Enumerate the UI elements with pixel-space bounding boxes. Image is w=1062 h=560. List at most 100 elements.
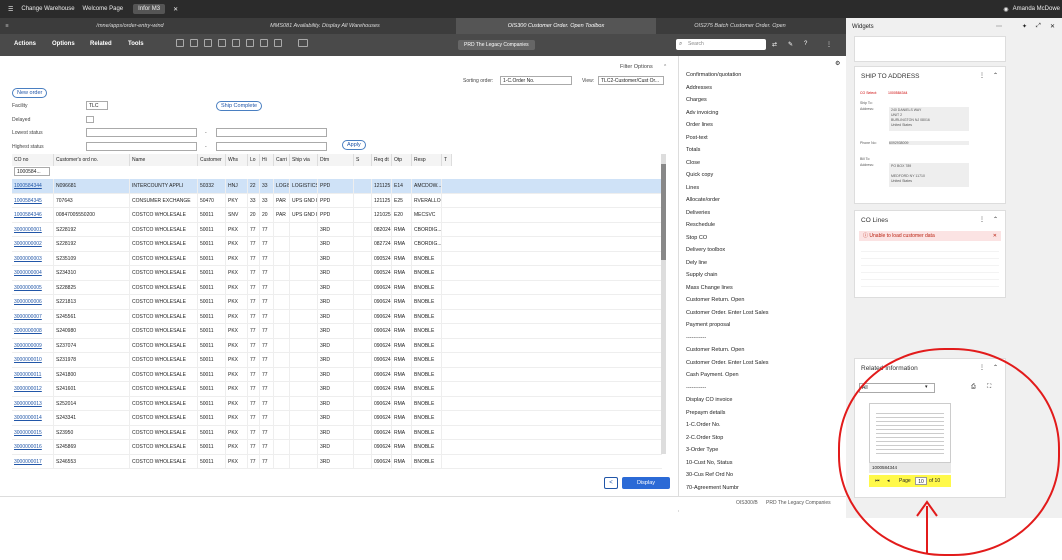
lowest-status-from[interactable] (86, 128, 197, 137)
related-menu[interactable]: Related (90, 41, 112, 47)
co-number-link[interactable]: 3000000015 (12, 425, 54, 440)
option-item[interactable]: Cash Payment. Open (686, 372, 739, 378)
grid-scrollbar[interactable] (661, 154, 666, 454)
search-input[interactable]: Search (676, 39, 766, 50)
option-item[interactable]: 30-Cus Ref Ord No (686, 472, 733, 478)
table-row[interactable]: 3000000008 S240980 COSTCO WHOLESALE 50011 PK… (12, 324, 662, 339)
option-item[interactable]: Order lines (686, 122, 713, 128)
co-number-link[interactable]: 3000000003 (12, 251, 54, 266)
option-item[interactable]: Supply chain (686, 272, 718, 278)
column-header[interactable]: Req dt (372, 154, 392, 166)
option-item[interactable]: Allocate/order (686, 197, 720, 203)
tab-ois300[interactable]: OIS300 Customer Order. Open Toolbox (456, 18, 656, 34)
option-item[interactable]: Delivery toolbox (686, 247, 725, 253)
option-item[interactable]: 3-Order Type (686, 447, 718, 453)
column-header[interactable]: Customer (198, 154, 226, 166)
co-number-link[interactable]: 3000000012 (12, 382, 54, 397)
option-item[interactable]: ----------- (686, 385, 706, 391)
column-header[interactable]: Dtm (318, 154, 354, 166)
table-row[interactable]: 3000000004 S234310 COSTCO WHOLESALE 50011 PK… (12, 266, 662, 281)
table-row[interactable]: 3000000013 S252014 COSTCO WHOLESALE 50011 PK… (12, 396, 662, 411)
co-number-link[interactable]: 3000000005 (12, 280, 54, 295)
option-item[interactable]: Quick copy (686, 172, 713, 178)
ship-to-collapse-icon[interactable]: ⌃ (993, 72, 998, 79)
table-row[interactable]: 3000000003 S235109 COSTCO WHOLESALE 50011 PK… (12, 251, 662, 266)
open-icon[interactable] (218, 39, 226, 47)
column-header[interactable]: Carri (274, 154, 290, 166)
display-button[interactable]: Display (622, 477, 670, 489)
co-number-link[interactable]: 3000000006 (12, 295, 54, 310)
expand-icon[interactable]: ⤢ (1036, 23, 1041, 30)
co-number-link[interactable]: 3000000008 (12, 324, 54, 339)
table-row[interactable]: 3000000012 S241601 COSTCO WHOLESALE 50011 PK… (12, 382, 662, 397)
user-avatar-icon[interactable]: ◉ (1003, 6, 1008, 13)
co-number-link[interactable]: 3000000013 (12, 396, 54, 411)
option-item[interactable]: Addresses (686, 85, 712, 91)
view-select[interactable]: TLC2-Customer/Cust Or... (598, 76, 664, 85)
tab-ois275[interactable]: OIS275 Batch Customer Order. Open (660, 18, 820, 34)
option-item[interactable]: Reschedule (686, 222, 715, 228)
table-row[interactable]: 3000000005 S228825 COSTCO WHOLESALE 50011 PK… (12, 280, 662, 295)
option-item[interactable]: 70-Agreement Numbr (686, 485, 739, 491)
option-item[interactable]: Prepaym details (686, 410, 725, 416)
highest-status-to[interactable] (216, 142, 327, 151)
option-item[interactable]: Close (686, 160, 700, 166)
option-item[interactable]: 10-Cust No, Status (686, 460, 732, 466)
more-icon[interactable]: ⋮ (826, 41, 832, 48)
co-lines-collapse-icon[interactable]: ⌃ (993, 216, 998, 223)
settings-icon[interactable]: ⚙ (835, 60, 840, 67)
co-number-link[interactable]: 3000000001 (12, 222, 54, 237)
co-number-link[interactable]: 1000584344 (12, 179, 54, 194)
table-row[interactable]: 1000584345 707643 CONSUMER EXCHANGE 50470 PK… (12, 193, 662, 208)
option-item[interactable]: Charges (686, 97, 707, 103)
option-item[interactable]: Totals (686, 147, 700, 153)
save-icon[interactable] (232, 39, 240, 47)
table-row[interactable]: 3000000011 S241800 COSTCO WHOLESALE 50011 PK… (12, 367, 662, 382)
edit-icon[interactable] (204, 39, 212, 47)
option-item[interactable]: Lines (686, 185, 699, 191)
option-item[interactable]: Mass Change lines (686, 285, 733, 291)
column-header[interactable]: Hi (260, 154, 274, 166)
option-item[interactable]: Adv invoicing (686, 110, 718, 116)
refresh-icon[interactable] (260, 39, 268, 47)
apply-button[interactable]: Apply (342, 140, 366, 150)
cancel-icon[interactable] (274, 39, 282, 47)
option-item[interactable]: Customer Return. Open (686, 297, 744, 303)
facility-field[interactable]: TLC (86, 101, 108, 110)
widget-more-icon[interactable]: ⋯ (996, 23, 1002, 30)
co-number-link[interactable]: 3000000004 (12, 266, 54, 281)
share-icon[interactable]: ⇄ (772, 41, 777, 48)
table-row[interactable]: 3000000009 S237074 COSTCO WHOLESALE 50011 PK… (12, 338, 662, 353)
edit-page-icon[interactable]: ✎ (788, 41, 793, 48)
table-row[interactable]: 3000000016 S245869 COSTCO WHOLESALE 50011 PK… (12, 440, 662, 455)
table-row[interactable]: 3000000006 S221813 COSTCO WHOLESALE 50011 PK… (12, 295, 662, 310)
column-header[interactable]: Otp (392, 154, 412, 166)
column-header[interactable]: T (442, 154, 452, 166)
table-row[interactable]: 3000000017 S246553 COSTCO WHOLESALE 50011 PK… (12, 454, 662, 469)
delayed-checkbox[interactable] (86, 116, 94, 123)
table-row[interactable]: 3000000014 S243341 COSTCO WHOLESALE 50011 PK… (12, 411, 662, 426)
co-number-link[interactable]: 3000000009 (12, 338, 54, 353)
back-button[interactable]: < (604, 477, 618, 489)
sorting-order-select[interactable]: 1-C.Order No. (500, 76, 572, 85)
welcome-page-link[interactable]: Welcome Page (83, 6, 124, 12)
new-order-button[interactable]: New order (12, 88, 48, 98)
filter-options-label[interactable]: Filter Options (620, 64, 653, 70)
columns-icon[interactable] (298, 39, 308, 47)
option-item[interactable]: Customer Return. Open (686, 347, 744, 353)
widgets-title[interactable]: Widgets (852, 24, 874, 30)
option-item[interactable]: Customer Order. Enter Lost Sales (686, 310, 769, 316)
column-header[interactable]: Ship via (290, 154, 318, 166)
infor-m3-tab[interactable]: Infor M3 (133, 4, 166, 14)
co-number-link[interactable]: 3000000014 (12, 411, 54, 426)
option-item[interactable]: Payment proposal (686, 322, 730, 328)
column-header[interactable]: Resp (412, 154, 442, 166)
tab-order-entry[interactable]: /mne/apps/order-entry-wind (60, 18, 200, 34)
close-icon[interactable]: ✕ (173, 6, 178, 13)
help-icon[interactable]: ? (804, 41, 807, 47)
co-number-link[interactable]: 3000000007 (12, 309, 54, 324)
option-item[interactable]: 1-C.Order No. (686, 422, 721, 428)
column-header[interactable]: Name (130, 154, 198, 166)
co-lines-more-icon[interactable]: ⋮ (979, 216, 985, 223)
option-item[interactable]: Display CO invoice (686, 397, 732, 403)
